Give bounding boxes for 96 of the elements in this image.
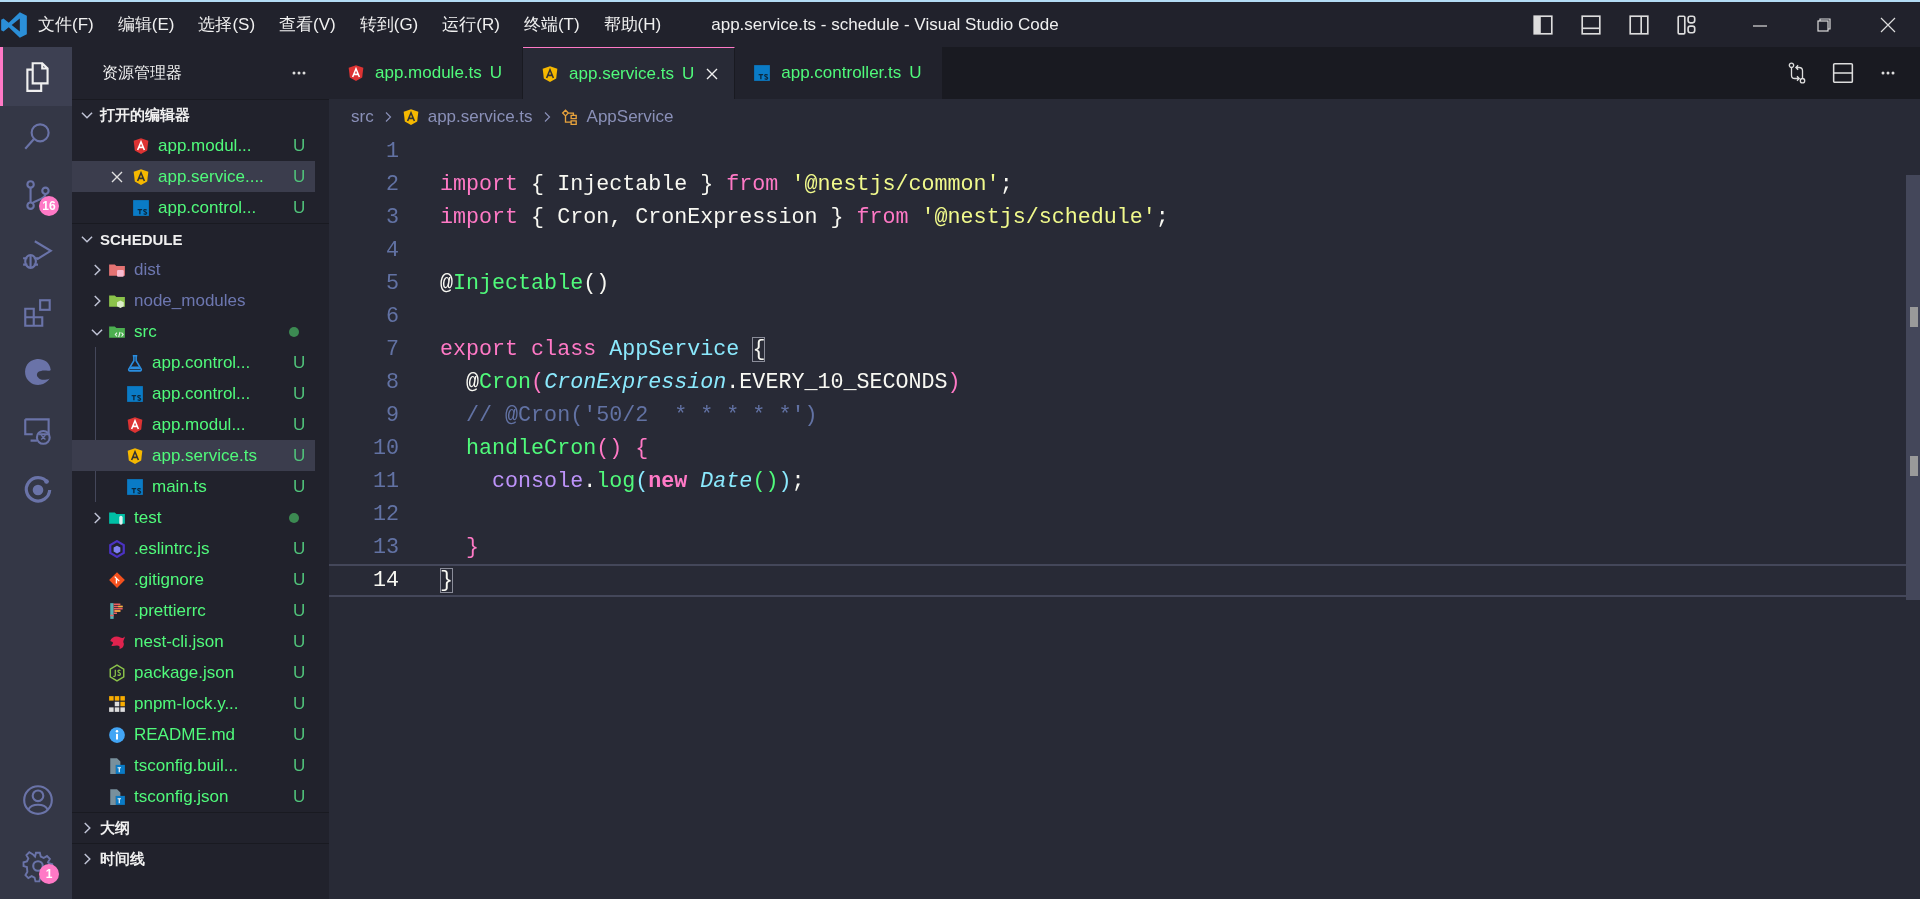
file-item[interactable]: tsconfig.buil... U [72, 750, 315, 781]
ts-icon [126, 477, 144, 496]
file-item[interactable]: .eslintrc.js U [72, 533, 315, 564]
restore-icon[interactable] [1815, 15, 1833, 34]
hexagon-icon [108, 663, 126, 682]
file-icon [108, 756, 126, 775]
line-number: 5 [385, 271, 399, 296]
code-line: } [465, 535, 480, 560]
editor-tab[interactable]: app.controller.ts U [735, 47, 943, 99]
file-item[interactable]: app.modul... U [72, 409, 315, 440]
activity-item[interactable] [0, 47, 72, 106]
open-editor-item[interactable]: app.modul... U [72, 130, 315, 161]
line-number: 1 [385, 139, 399, 164]
code-line: } [440, 568, 453, 593]
file-item[interactable]: tsconfig.json U [72, 781, 315, 812]
file-item[interactable]: main.ts U [72, 471, 315, 502]
shield-icon [541, 64, 560, 83]
folder-item[interactable]: dist [72, 254, 315, 285]
secondary-sidebar-toggle-icon[interactable] [1628, 13, 1650, 36]
count-badge: 1 [39, 864, 59, 884]
file-item[interactable]: app.service.ts U [72, 440, 315, 471]
code-line: import { Injectable } from '@nestjs/common'; [440, 172, 1013, 197]
class-icon [560, 108, 579, 126]
line-number: 8 [385, 370, 399, 395]
split-editor-icon[interactable] [1832, 62, 1854, 84]
breadcrumb-item[interactable]: src [351, 107, 374, 127]
code-line: console.log(new Date()); [491, 469, 805, 494]
file-item[interactable]: app.control... U [72, 378, 315, 409]
shield-icon [132, 167, 150, 186]
shield-icon [401, 108, 420, 126]
count-badge: 16 [39, 196, 59, 216]
shield-icon [126, 446, 144, 465]
menu-item[interactable]: 选择(S) [188, 9, 266, 40]
code-line: // @Cron('50/2 * * * * *') [465, 403, 818, 428]
file-item[interactable]: nest-cli.json U [72, 626, 315, 657]
hexagon-icon [108, 539, 126, 558]
line-number: 7 [385, 337, 399, 362]
menu-item[interactable]: 转到(G) [349, 9, 429, 40]
line-number: 6 [385, 304, 399, 329]
file-item[interactable]: .prettierrc U [72, 595, 315, 626]
line-number: 11 [371, 469, 399, 494]
line-number: 10 [371, 436, 399, 461]
file-item[interactable]: README.md U [72, 719, 315, 750]
sidebar-title: 资源管理器 [102, 62, 183, 83]
shield-icon [126, 415, 144, 434]
ts-icon [132, 198, 150, 217]
file-icon [108, 787, 126, 806]
editor-tab[interactable]: app.service.ts U [523, 47, 736, 99]
code-line: import { Cron, CronExpression } from '@nestjs/schedule'; [440, 205, 1169, 230]
panel-toggle-icon[interactable] [1580, 13, 1602, 36]
code-line: handleCron() { [465, 436, 649, 461]
line-number: 2 [385, 172, 399, 197]
info-icon [108, 725, 126, 744]
compare-icon[interactable] [1786, 62, 1808, 84]
shield-icon [132, 136, 150, 155]
code-line: @Injectable() [440, 271, 610, 296]
folder-item[interactable]: src [72, 316, 315, 347]
ts-icon [126, 384, 144, 403]
window-title: app.service.ts - schedule - Visual Studio Code [711, 14, 1059, 35]
open-editor-item[interactable]: app.control... U [72, 192, 315, 223]
editor-tab[interactable]: app.module.ts U [329, 47, 524, 99]
flask-icon [126, 353, 144, 372]
settings-icon [20, 849, 55, 883]
line-number: 14 [371, 568, 399, 593]
open-editor-item[interactable]: app.service.... U [72, 161, 315, 192]
account-icon [20, 783, 55, 817]
code-line: @Cron(CronExpression.EVERY_10_SECONDS) [465, 370, 961, 395]
menu-item[interactable]: 编辑(E) [107, 9, 185, 40]
layout-icon[interactable] [1676, 13, 1698, 36]
line-number: 13 [371, 535, 399, 560]
sidebar-toggle-icon[interactable] [1532, 13, 1554, 36]
ts-icon [753, 64, 772, 82]
menu-item[interactable]: 终端(T) [513, 9, 590, 40]
folder-item[interactable]: test [72, 502, 315, 533]
folder-item[interactable]: node_modules [72, 285, 315, 316]
menu-item[interactable]: 帮助(H) [593, 9, 672, 40]
overview-ruler[interactable] [1906, 175, 1920, 600]
menu-item[interactable]: 运行(R) [432, 9, 510, 40]
breadcrumb-item[interactable]: AppService [560, 107, 674, 127]
shield-icon [347, 64, 365, 82]
line-number: 9 [385, 403, 399, 428]
menu-item[interactable]: 文件(F) [28, 9, 104, 40]
line-number: 4 [385, 238, 399, 263]
diamond-icon [108, 570, 126, 589]
bars-icon [108, 601, 126, 620]
file-item[interactable]: .gitignore U [72, 564, 315, 595]
breadcrumb-item[interactable]: app.service.ts [401, 107, 533, 127]
file-item[interactable]: app.control... U [72, 347, 315, 378]
file-item[interactable]: package.json U [72, 657, 315, 688]
menu-item[interactable]: 查看(V) [269, 9, 346, 40]
blocks-icon [108, 694, 126, 713]
code-line: export class AppService { [440, 337, 766, 362]
line-number: 12 [371, 502, 399, 527]
file-item[interactable]: pnpm-lock.y... U [72, 688, 315, 719]
close-icon[interactable] [1879, 15, 1897, 34]
line-number: 3 [385, 205, 399, 230]
